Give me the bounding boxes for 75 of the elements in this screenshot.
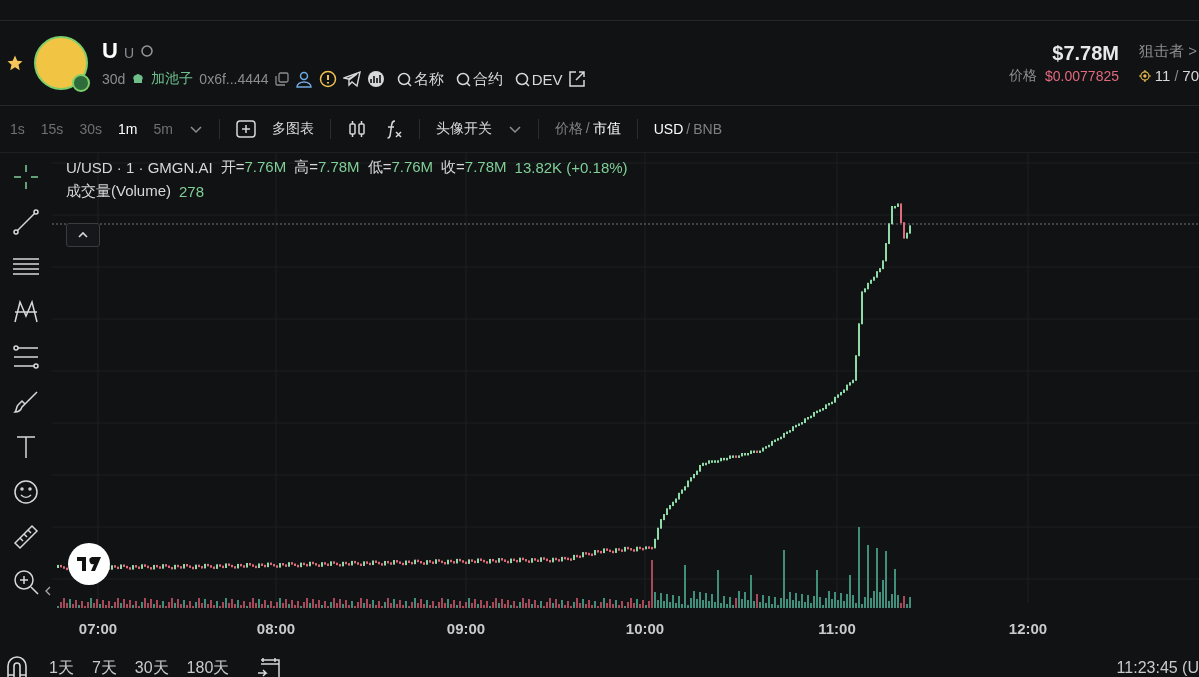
separator: /	[686, 121, 691, 137]
collapse-legend-button[interactable]	[66, 223, 100, 247]
interval-tab[interactable]: 15s	[40, 121, 64, 137]
search-link[interactable]: 合约	[455, 69, 503, 89]
snipers-count: 11	[1154, 67, 1171, 84]
interval-tab[interactable]: 1m	[117, 121, 138, 137]
chef-hat-icon	[131, 72, 146, 86]
currency-option[interactable]: BNB	[693, 121, 722, 137]
price-change: 13.82K (+0.18%)	[514, 159, 628, 176]
copy-icon[interactable]	[274, 72, 289, 86]
range-button[interactable]: 7天	[91, 657, 117, 677]
time-axis-label: 07:00	[78, 620, 118, 637]
multi-chart-button[interactable]: 多图表	[271, 120, 314, 138]
search-link[interactable]: 名称	[396, 69, 444, 89]
chevron-left-icon[interactable]	[44, 585, 52, 597]
pool-label: 加池子	[151, 70, 194, 88]
price-value: $0.0077825	[1045, 67, 1119, 84]
search-icon	[455, 71, 471, 87]
range-button[interactable]: 30天	[134, 657, 169, 677]
range-button[interactable]: 180天	[186, 657, 230, 677]
currency-option[interactable]: USD	[653, 121, 684, 137]
snipers-total: 70	[1182, 67, 1199, 84]
external-link-icon[interactable]	[568, 70, 587, 88]
zoom-in-icon[interactable]	[12, 568, 40, 596]
interval-tab[interactable]: 30s	[79, 121, 102, 137]
avatar-toggle-button[interactable]: 头像开关	[435, 120, 492, 138]
search-icon	[396, 71, 412, 87]
fib-levels-icon[interactable]	[12, 343, 40, 371]
ohlc-value: 开=7.76M	[220, 158, 287, 177]
price-mode-option[interactable]: 市值	[592, 120, 621, 138]
magnet-icon[interactable]	[5, 655, 29, 677]
time-axis-label: 09:00	[446, 620, 486, 637]
target-icon	[1139, 67, 1151, 84]
ohlc-value: 收=7.78M	[441, 158, 507, 177]
separator: /	[1174, 67, 1179, 84]
crosshair-icon[interactable]	[12, 163, 40, 191]
contract-address: 0x6f...4444	[199, 71, 269, 87]
candlestick-icon[interactable]	[346, 119, 367, 139]
interval-tab[interactable]: 5m	[153, 121, 173, 137]
search-link[interactable]: DEV	[514, 70, 563, 88]
volume-label: 成交量(Volume)	[66, 182, 172, 201]
price-label: 价格	[1009, 66, 1038, 85]
token-name: U	[102, 37, 118, 64]
user-icon[interactable]	[294, 70, 313, 88]
time-axis-label: 12:00	[1008, 620, 1048, 637]
token-avatar	[34, 36, 88, 90]
add-chart-icon[interactable]	[235, 120, 256, 138]
separator: /	[585, 120, 590, 138]
time-axis-label: 08:00	[256, 620, 296, 637]
price-mode-option[interactable]: 价格	[554, 120, 583, 138]
token-age: 30d	[102, 71, 126, 87]
tradingview-logo[interactable]	[68, 543, 110, 585]
ohlc-value: 低=7.76M	[367, 158, 434, 177]
volume-value: 278	[179, 183, 205, 200]
search-icon	[514, 71, 530, 87]
interval-tab[interactable]: 1s	[10, 121, 25, 137]
warning-icon[interactable]	[318, 70, 337, 88]
star-icon[interactable]	[6, 54, 24, 72]
snipers-link[interactable]: 狙击者 >	[1139, 42, 1199, 61]
ruler-icon[interactable]	[12, 523, 40, 551]
time-axis-label: 10:00	[625, 620, 665, 637]
range-button[interactable]: 1天	[49, 657, 74, 677]
brush-icon[interactable]	[12, 388, 40, 416]
telegram-icon[interactable]	[342, 70, 361, 88]
trend-line-icon[interactable]	[12, 208, 40, 236]
market-cap: $7.78M	[1052, 41, 1119, 65]
calendar-icon[interactable]	[257, 656, 282, 677]
time-axis-label: 11:00	[818, 620, 856, 637]
chart-clock: 11:23:45 (U	[1116, 659, 1199, 677]
chart-title: U/USD · 1 · GMGN.AI	[66, 159, 213, 176]
token-symbol: U	[123, 44, 134, 61]
chevron-up-icon	[77, 231, 89, 239]
ohlc-value: 高=7.78M	[294, 158, 360, 177]
chart-logo-icon[interactable]	[366, 70, 385, 88]
emoji-icon[interactable]	[12, 478, 40, 506]
